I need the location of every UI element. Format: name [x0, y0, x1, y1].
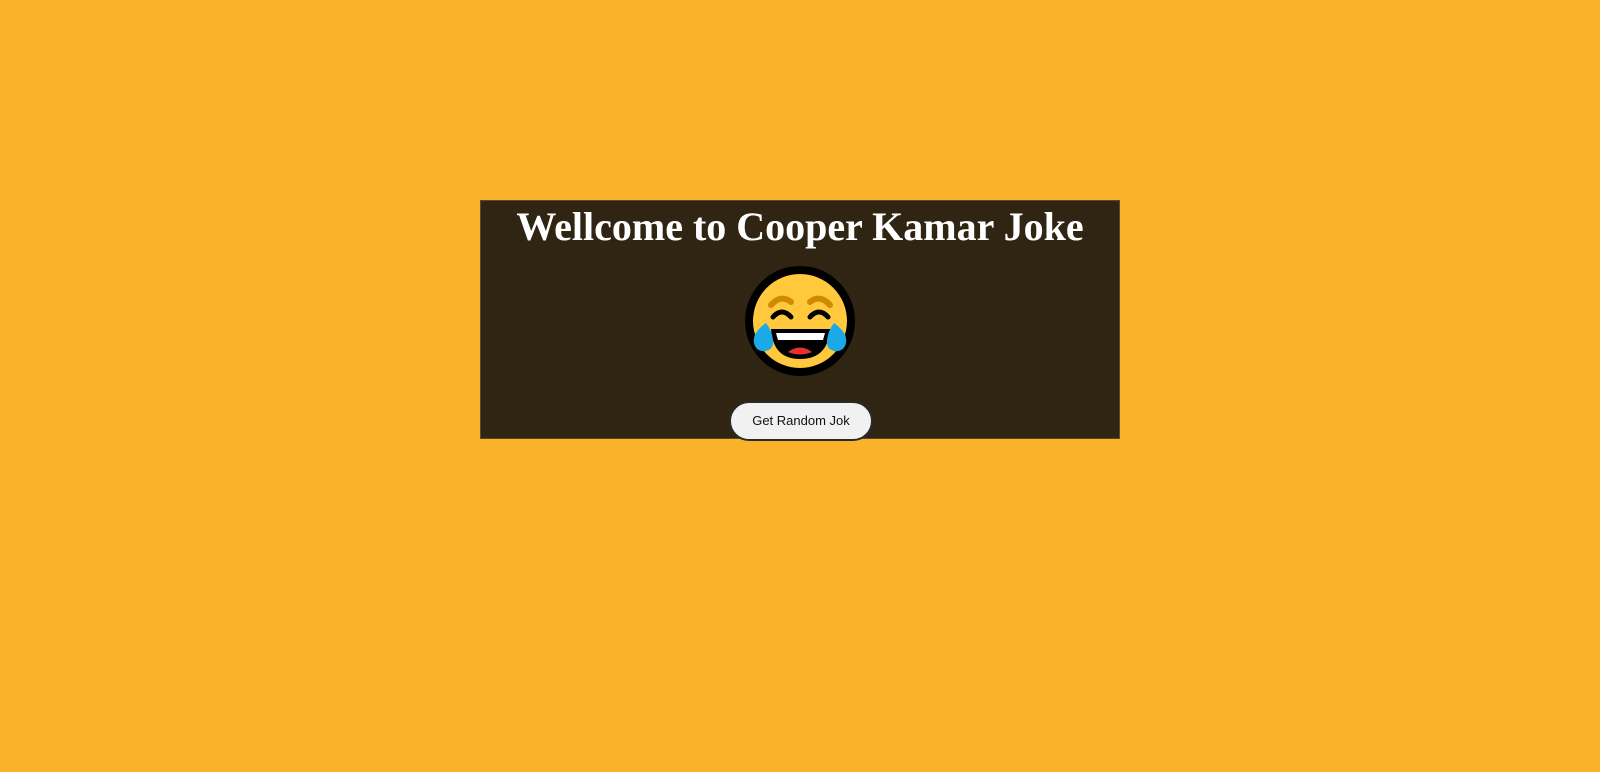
- get-random-joke-button[interactable]: Get Random Jok: [729, 401, 873, 441]
- page-title: Wellcome to Cooper Kamar Joke: [516, 204, 1084, 249]
- page: Wellcome to Cooper Kamar Joke Get Random…: [0, 0, 1600, 772]
- face-with-tears-of-joy-icon: [742, 263, 858, 379]
- joke-card: Wellcome to Cooper Kamar Joke Get Random…: [480, 200, 1120, 441]
